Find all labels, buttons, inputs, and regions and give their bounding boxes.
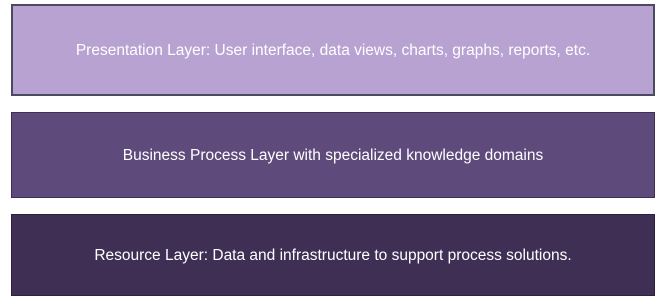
layer-stack-diagram: Presentation Layer: User interface, data…: [0, 0, 667, 296]
business-process-layer-box: Business Process Layer with specialized …: [11, 112, 655, 198]
resource-layer-text: Resource Layer: Data and infrastructure …: [94, 246, 572, 264]
business-process-layer-text: Business Process Layer with specialized …: [122, 146, 544, 164]
resource-layer-box: Resource Layer: Data and infrastructure …: [11, 214, 655, 296]
presentation-layer-text: Presentation Layer: User interface, data…: [75, 41, 591, 59]
presentation-layer-box: Presentation Layer: User interface, data…: [11, 4, 655, 96]
